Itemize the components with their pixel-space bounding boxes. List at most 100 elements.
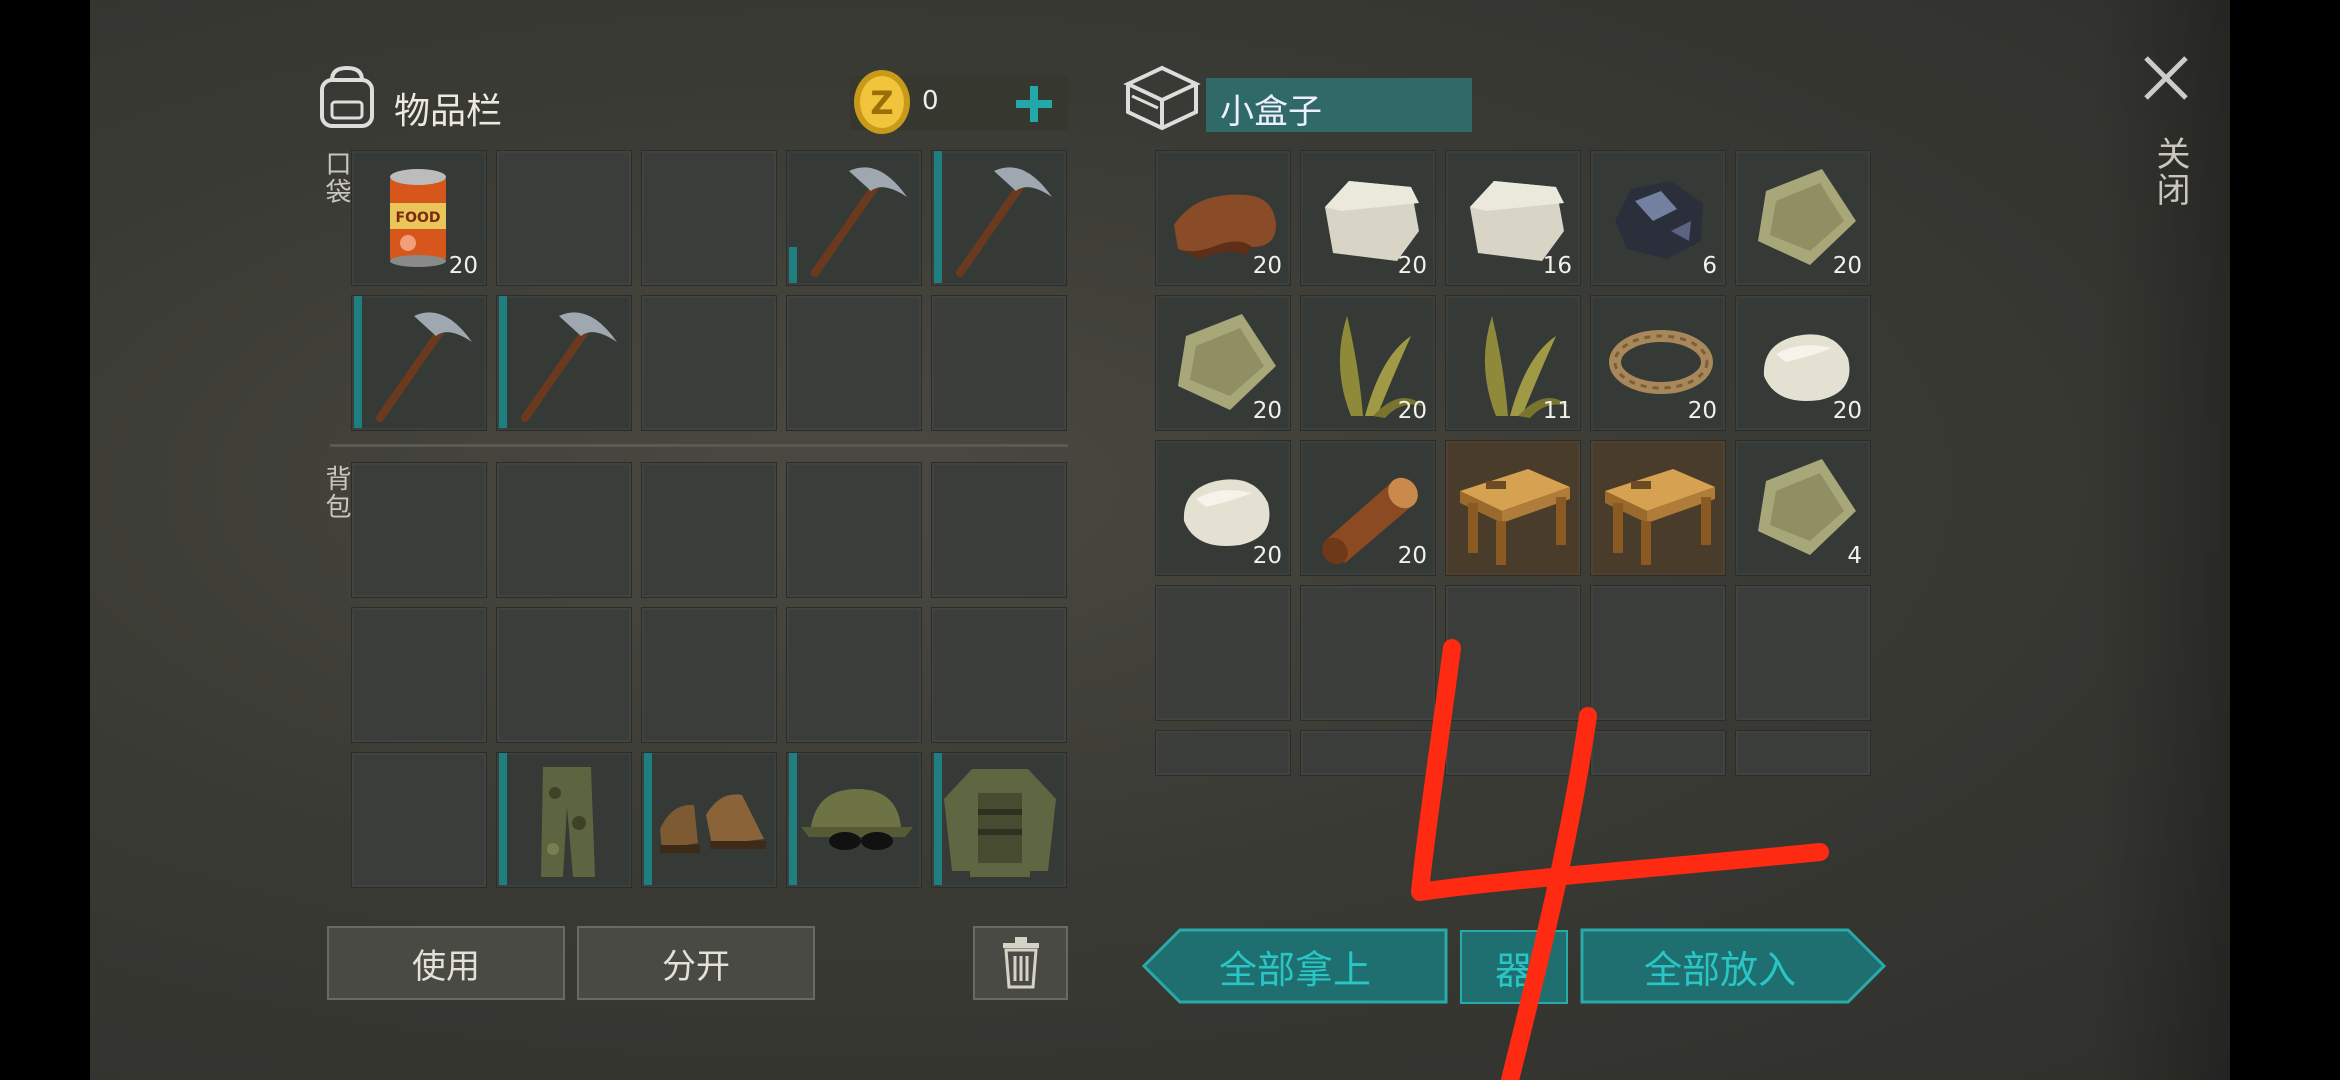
item-count: 20	[448, 253, 478, 279]
pocket-slot[interactable]	[931, 150, 1067, 286]
equipment-slot[interactable]	[351, 752, 487, 888]
workbench-icon	[1460, 469, 1570, 565]
container-slot[interactable]	[1155, 730, 1291, 776]
container-slot[interactable]	[1735, 585, 1871, 721]
container-slot[interactable]	[1735, 730, 1871, 776]
camo-cap-sunglasses-icon	[801, 789, 913, 850]
container-slot[interactable]	[1155, 585, 1291, 721]
pocket-slot[interactable]	[641, 295, 777, 431]
backpack-icon	[312, 62, 382, 132]
pocket-slot[interactable]	[786, 295, 922, 431]
container-slot[interactable]	[1590, 440, 1726, 576]
container-slot[interactable]: 20	[1300, 295, 1436, 431]
item-count: 16	[1542, 253, 1572, 279]
coin-count: 0	[922, 86, 939, 116]
container-slot[interactable]: 20	[1590, 295, 1726, 431]
backpack-slot[interactable]	[786, 607, 922, 743]
container-slot[interactable]: 20	[1735, 150, 1871, 286]
split-button[interactable]: 分开	[577, 926, 815, 1000]
pocket-slot[interactable]	[931, 295, 1067, 431]
container-slot[interactable]: 16	[1445, 150, 1581, 286]
boots-icon	[660, 794, 766, 853]
backpack-slot[interactable]	[351, 607, 487, 743]
backpack-slot[interactable]	[931, 607, 1067, 743]
backpack-slot[interactable]	[496, 462, 632, 598]
coin-icon: Z	[852, 68, 912, 136]
container-slot[interactable]: 20	[1155, 440, 1291, 576]
backpack-slot[interactable]	[496, 607, 632, 743]
coin-counter: Z 0	[850, 70, 1068, 134]
item-count: 20	[1397, 253, 1427, 279]
equipment-slot[interactable]	[931, 752, 1067, 888]
item-count: 20	[1252, 398, 1282, 424]
backpack-slot[interactable]	[786, 462, 922, 598]
equipment-slot[interactable]	[641, 752, 777, 888]
container-slot[interactable]: 11	[1445, 295, 1581, 431]
container-slot[interactable]: 20	[1300, 440, 1436, 576]
box-icon	[1122, 62, 1202, 134]
pocket-slot[interactable]	[351, 295, 487, 431]
container-slot[interactable]: 6	[1590, 150, 1726, 286]
pocket-slot[interactable]	[496, 295, 632, 431]
item-count: 20	[1832, 398, 1862, 424]
backpack-slot[interactable]	[641, 462, 777, 598]
equipment-slot[interactable]	[496, 752, 632, 888]
camo-pants-icon	[541, 767, 595, 877]
container-name-field[interactable]: 小盒子	[1206, 78, 1472, 132]
container-slot[interactable]	[1590, 585, 1726, 721]
item-count: 20	[1832, 253, 1862, 279]
pickaxe-icon	[521, 312, 617, 422]
take-all-label: 全部拿上	[1218, 947, 1371, 992]
close-button[interactable]: 关闭	[2138, 50, 2194, 210]
trash-icon	[1002, 937, 1039, 989]
sort-label: 器	[1494, 948, 1533, 993]
container-slot[interactable]	[1300, 730, 1436, 776]
item-count: 20	[1397, 398, 1427, 424]
container-slot[interactable]	[1300, 585, 1436, 721]
item-count: 11	[1542, 398, 1572, 424]
pickaxe-icon	[956, 167, 1052, 277]
item-count: 20	[1397, 543, 1427, 569]
backpack-slot[interactable]	[641, 607, 777, 743]
container-slot[interactable]	[1445, 585, 1581, 721]
item-count: 20	[1252, 543, 1282, 569]
put-all-button[interactable]: 全部放入	[1580, 928, 1886, 1004]
close-icon	[2144, 56, 2188, 100]
sort-button[interactable]: 器	[1460, 930, 1568, 1004]
workbench-icon	[1605, 469, 1715, 565]
pickaxe-icon	[811, 167, 907, 277]
item-count: 20	[1252, 253, 1282, 279]
container-slot[interactable]: 4	[1735, 440, 1871, 576]
backpack-slot[interactable]	[931, 462, 1067, 598]
pocket-slot[interactable]	[496, 150, 632, 286]
pickaxe-icon	[376, 312, 472, 422]
container-slot[interactable]: 20	[1735, 295, 1871, 431]
close-label: 关闭	[2150, 136, 2190, 208]
backpack-slot[interactable]	[351, 462, 487, 598]
svg-text:FOOD: FOOD	[396, 210, 441, 226]
camo-jacket-icon	[944, 769, 1056, 877]
use-button[interactable]: 使用	[327, 926, 565, 1000]
pocket-slot[interactable]	[786, 150, 922, 286]
backpack-label: 背包	[321, 465, 351, 521]
item-count: 4	[1847, 543, 1862, 569]
section-divider	[330, 444, 1068, 447]
pocket-slot[interactable]	[641, 150, 777, 286]
pocket-label: 口袋	[321, 150, 351, 206]
container-slot[interactable]: 20	[1300, 150, 1436, 286]
svg-text:Z: Z	[870, 84, 893, 122]
put-all-label: 全部放入	[1643, 947, 1796, 992]
container-slot[interactable]: 20	[1155, 295, 1291, 431]
inventory-title: 物品栏	[394, 91, 503, 132]
add-coins-button[interactable]	[1010, 80, 1058, 128]
container-slot[interactable]	[1445, 730, 1581, 776]
container-slot[interactable]: 20	[1155, 150, 1291, 286]
take-all-button[interactable]: 全部拿上	[1142, 928, 1448, 1004]
pocket-slot[interactable]: FOOD 20	[351, 150, 487, 286]
container-slot[interactable]	[1445, 440, 1581, 576]
item-count: 6	[1702, 253, 1717, 279]
container-slot[interactable]	[1590, 730, 1726, 776]
trash-button[interactable]	[973, 926, 1068, 1000]
equipment-slot[interactable]	[786, 752, 922, 888]
item-count: 20	[1687, 398, 1717, 424]
